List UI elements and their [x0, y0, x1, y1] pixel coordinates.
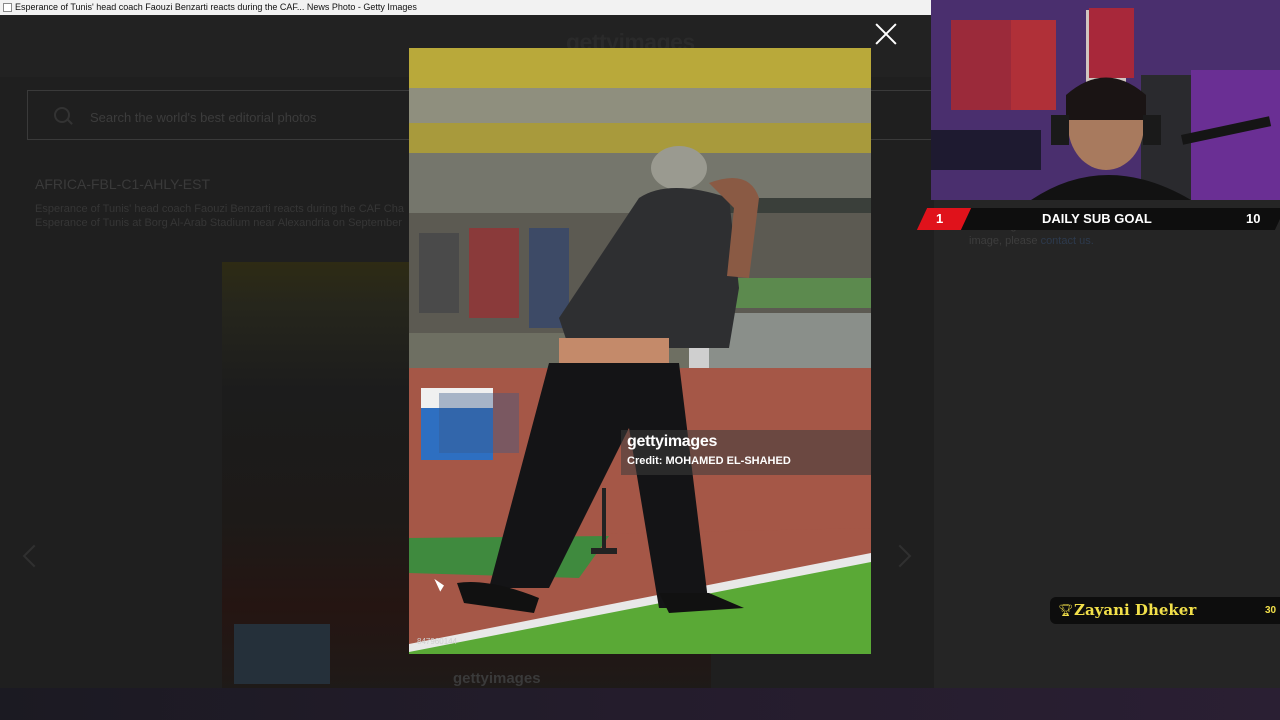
- background-photo-cooler: [234, 624, 330, 684]
- description-line-2: Esperance of Tunis at Borg Al-Arab Stadi…: [35, 217, 402, 229]
- supporter-name: Zayani Dheker: [1074, 601, 1197, 619]
- photo-illustration: [409, 48, 871, 654]
- watermark-logo: gettyimages: [627, 433, 718, 450]
- window-titlebar: Esperance of Tunis' head coach Faouzi Be…: [0, 0, 931, 15]
- supporter-value: 30: [1265, 605, 1277, 616]
- photo-id: 847960144: [417, 637, 458, 646]
- lightbox-photo[interactable]: gettyimages Credit: MOHAMED EL-SHAHED 84…: [409, 48, 871, 654]
- description-line-1: Esperance of Tunis' head coach Faouzi Be…: [35, 203, 404, 215]
- trophy-icon: 🏆︎: [1058, 603, 1074, 617]
- background-photo-watermark: gettyimages: [453, 670, 541, 687]
- photo-description: Esperance of Tunis' head coach Faouzi Be…: [35, 202, 415, 230]
- sub-goal-current: 1: [936, 211, 944, 226]
- next-arrow-icon[interactable]: [888, 544, 912, 568]
- webcam-feed: [931, 0, 1280, 200]
- photo-credit: Credit: MOHAMED EL-SHAHED: [627, 455, 791, 467]
- sub-goal-label: DAILY SUB GOAL: [1042, 211, 1152, 226]
- page-favicon-icon: [3, 3, 12, 13]
- supporter-alert: 🏆︎ Zayani Dheker 30: [1050, 597, 1280, 624]
- taskbar: [0, 688, 1280, 720]
- contact-us-link[interactable]: contact us.: [1041, 235, 1094, 247]
- close-icon[interactable]: [874, 22, 898, 46]
- webcam-illustration: [931, 0, 1280, 200]
- search-icon[interactable]: [54, 107, 70, 123]
- window-title: Esperance of Tunis' head coach Faouzi Be…: [15, 2, 417, 12]
- photo-title: AFRICA-FBL-C1-AHLY-EST: [35, 176, 211, 192]
- sub-goal-target: 10: [1246, 211, 1261, 226]
- previous-arrow-icon[interactable]: [22, 544, 46, 568]
- sub-goal-bar: 1 DAILY SUB GOAL 10: [916, 208, 1280, 230]
